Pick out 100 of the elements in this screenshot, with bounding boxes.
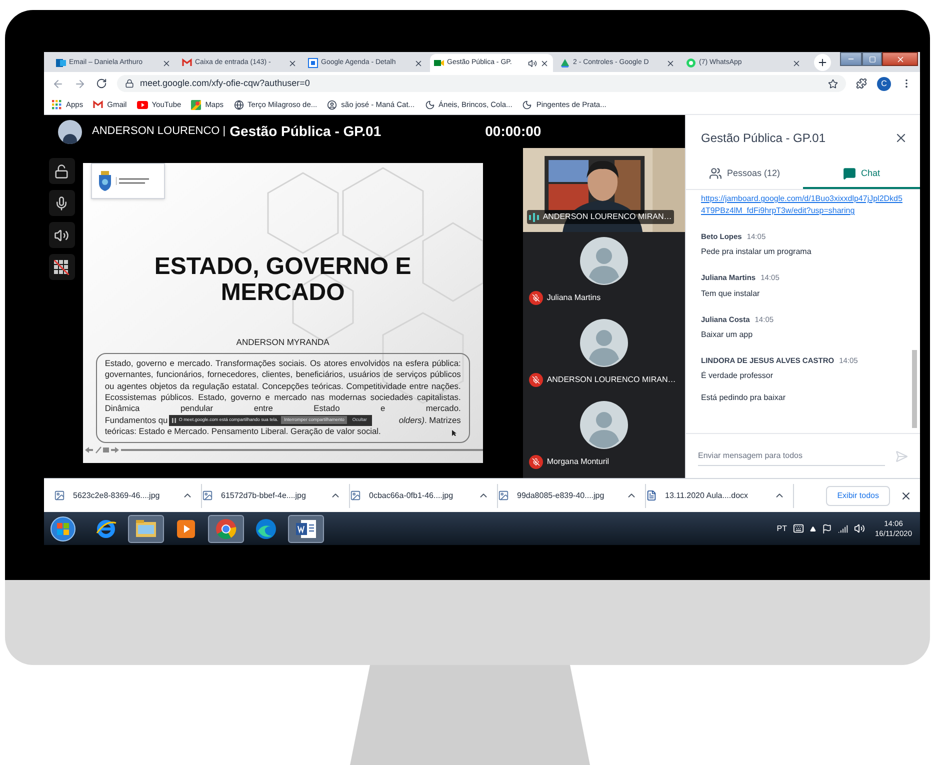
close-icon[interactable] (792, 58, 801, 68)
people-icon (708, 167, 722, 180)
folder-icon (135, 518, 157, 538)
avatar-icon (580, 319, 628, 367)
slide-title: ESTADO, GOVERNO E MERCADO (153, 254, 412, 306)
message-text: É verdade professor (701, 370, 774, 382)
download-item[interactable]: 5623c2e8-8369-46....jpg (54, 490, 182, 502)
image-file-icon (350, 490, 361, 501)
mail-icon (93, 100, 104, 110)
meeting-title: Gestão Pública - GP.01 (230, 122, 382, 141)
globe-icon (234, 100, 244, 110)
chrome-icon (215, 518, 237, 540)
presenter-name: ANDERSON LOURENCO | (92, 124, 226, 140)
play-icon (136, 100, 148, 108)
reload-icon[interactable] (96, 78, 107, 89)
square-icon (868, 56, 876, 62)
speaker-icon (528, 58, 537, 68)
new-tab-button[interactable] (814, 54, 831, 71)
download-item[interactable]: 0cbac66a-0fb1-46....jpg (350, 490, 478, 502)
image-file-icon (202, 490, 213, 501)
restore-button[interactable] (862, 52, 882, 66)
message-text: Está pedindo pra baixar (701, 392, 786, 404)
triangle-icon (560, 58, 570, 68)
close-icon[interactable] (900, 490, 912, 502)
extensions-icon[interactable] (856, 78, 867, 89)
minimize-button[interactable] (840, 52, 862, 66)
microphone-button[interactable] (48, 190, 75, 216)
keyboard-icon[interactable] (793, 523, 804, 534)
star-icon[interactable] (828, 78, 838, 88)
document-icon (646, 490, 657, 501)
mail-icon (182, 58, 192, 68)
wave-swirl-icon (255, 518, 277, 540)
slide-paragraph: Estado, governo e mercado. Transformações sociais. Os atores envolvidos na esfera pública: governantes, funcionários, fornecedores, clientes, beneficiários, usuários de serviços públicos ou agentes objetos da regulação estatal. Concepções teóricas. Competitividade entre nações. Ecossistemas públicos. Estado, governo e mercado nas modernas sociedades capitalistas. Dinâmica pendular entre Estado e mercado. (104, 358, 461, 415)
taskbar-app[interactable] (288, 514, 324, 542)
message-input[interactable]: Enviar mensagem para todos (698, 446, 885, 466)
profile-avatar[interactable]: C (877, 76, 891, 90)
close-icon[interactable] (414, 58, 423, 68)
grid-off-button[interactable] (48, 254, 75, 280)
message-text: Tem que instalar (701, 288, 761, 300)
lock-open-icon (54, 164, 70, 178)
presenter-avatar (58, 120, 82, 144)
panel-title: Gestão Pública - GP.01 (701, 130, 826, 146)
close-icon[interactable] (162, 58, 171, 68)
download-item[interactable]: 99da8085-e839-40....jpg (498, 490, 626, 502)
start-button[interactable] (50, 516, 76, 542)
microphone-icon (54, 196, 70, 210)
panel-tab[interactable]: Chat (803, 160, 920, 189)
participant-name: ANDERSON LOURENCO MIRAN… (542, 211, 672, 223)
chat-bubble-icon (686, 58, 696, 68)
slide-text-line: teóricas: Estado e Mercado. Pensamento Liberal. Geração de valor social. (104, 426, 381, 438)
panel-tab[interactable]: Pessoas (12) (686, 160, 803, 189)
taskbar-app[interactable] (208, 514, 244, 542)
close-icon (896, 54, 904, 64)
video-camera-icon (434, 58, 444, 68)
participant-name: Juliana Martins (546, 292, 601, 304)
chat-link[interactable]: https://jamboard.google.com/d/1Buo3xixxdlp47jJpl2Dkd54T9PBz4lM_fdFi9hrpT3w/edit?usp=sharing (701, 193, 904, 217)
message-text: Baixar um app (701, 328, 754, 341)
map-pin-icon (191, 100, 202, 110)
speaker-button[interactable] (48, 222, 75, 248)
grid-off-icon (54, 260, 70, 274)
pause-icon (172, 418, 176, 423)
taskbar-app[interactable] (128, 514, 164, 542)
slide-author: ANDERSON MYRANDA (236, 336, 330, 349)
language-indicator[interactable]: PT (776, 522, 788, 534)
participant-name: ANDERSON LOURENCO MIRAN… (546, 374, 676, 386)
address-field[interactable]: meet.google.com/xfy-ofie-cqw?authuser=0 (117, 75, 846, 92)
close-icon[interactable] (540, 58, 549, 68)
globe-e-icon (95, 518, 117, 540)
lock-open-button[interactable] (48, 158, 75, 184)
slide-text-line: olders). Matrizes (398, 414, 461, 426)
slide-navigation-icon (84, 446, 119, 454)
audio-level-icon (528, 212, 539, 222)
moon-icon (424, 100, 435, 110)
show-hidden-icon[interactable] (810, 526, 816, 532)
calendar-icon (308, 58, 318, 68)
volume-icon[interactable] (854, 523, 866, 534)
mail-icon (56, 58, 66, 68)
close-icon[interactable] (666, 58, 675, 68)
document-w-icon (295, 518, 317, 540)
crest-icon (98, 171, 112, 191)
avatar-icon (580, 237, 628, 285)
user-icon (327, 100, 338, 110)
moon-icon (522, 100, 532, 110)
image-file-icon (498, 490, 509, 501)
slide-text-line: Fundamentos qu (104, 414, 168, 426)
lock-icon (125, 79, 134, 88)
forward-icon[interactable] (74, 78, 86, 90)
signal-icon[interactable] (838, 524, 848, 534)
close-icon[interactable] (288, 58, 297, 68)
meeting-timer: 00:00:00 (485, 122, 542, 141)
flag-icon[interactable] (822, 524, 832, 534)
back-icon[interactable] (52, 78, 64, 90)
download-item[interactable]: 61572d7b-bbef-4e....jpg (202, 490, 330, 502)
speaker-icon (54, 228, 70, 242)
window-close-button[interactable] (882, 52, 918, 66)
download-item[interactable]: 13.11.2020 Aula....docx (646, 490, 774, 502)
show-all-button[interactable]: Exibir todos (826, 486, 890, 506)
media-player-icon (176, 518, 196, 538)
avatar-icon (580, 401, 628, 449)
participant-name: Morgana Monturil (546, 456, 610, 468)
